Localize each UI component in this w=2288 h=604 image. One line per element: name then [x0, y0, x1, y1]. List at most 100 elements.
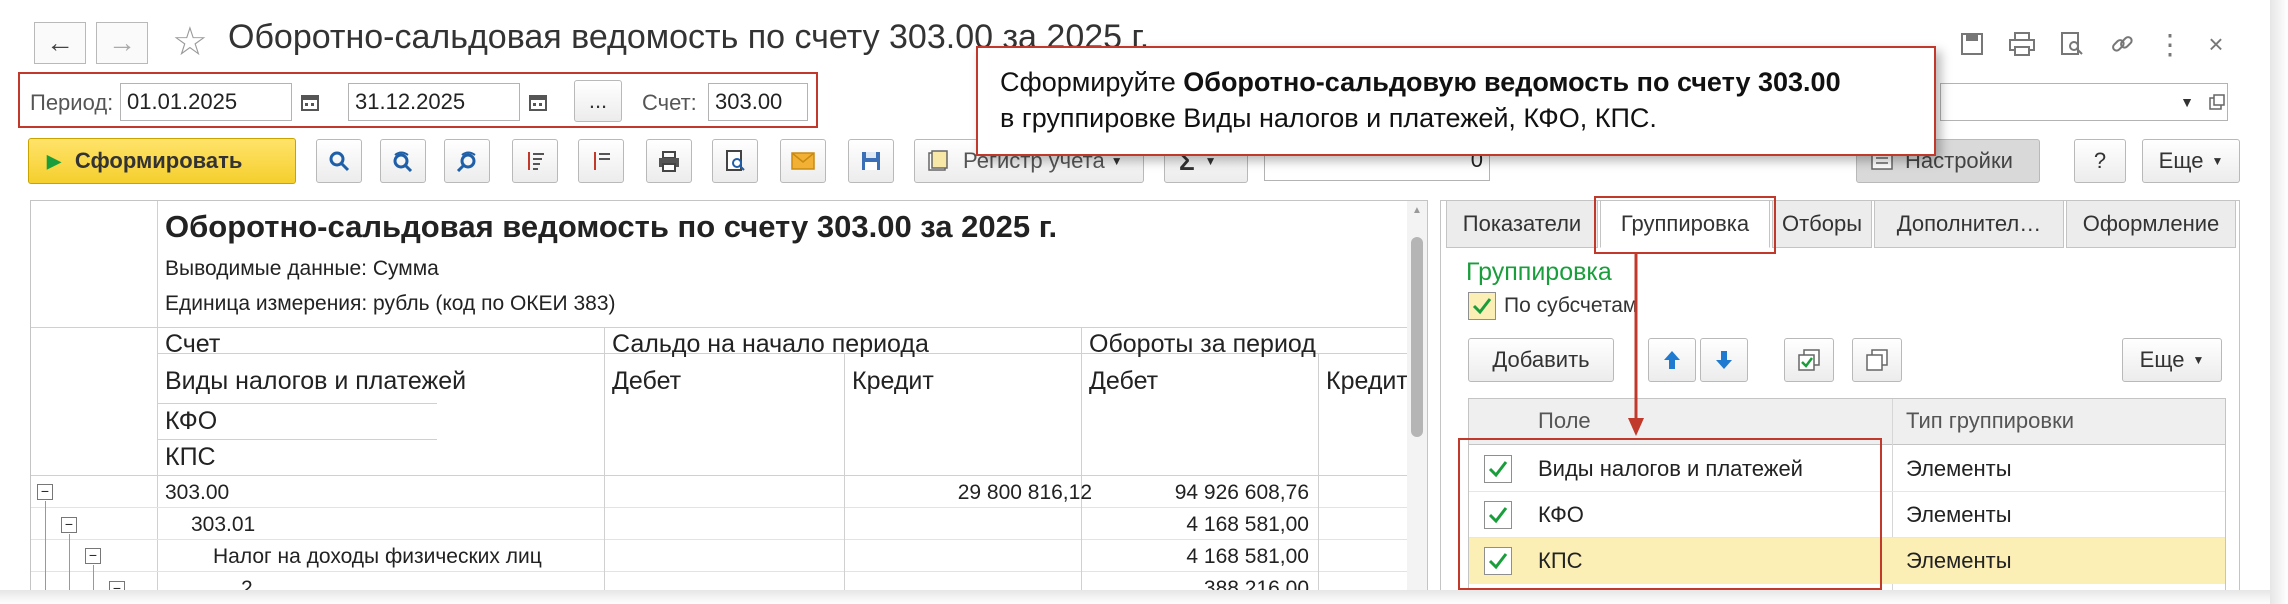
header-kps: КПС	[165, 443, 216, 471]
row-turnover-debit: 4 168 581,00	[1186, 513, 1309, 536]
search-prev-button[interactable]	[444, 139, 490, 183]
chevron-down-icon[interactable]: ▼	[2174, 84, 2200, 120]
report-window: ← → ☆ Оборотно-сальдовая ведомость по сч…	[0, 0, 2288, 604]
print-icon[interactable]	[2002, 24, 2042, 64]
collapse-icon[interactable]: −	[37, 484, 53, 500]
save-button[interactable]	[848, 139, 894, 183]
arrow-left-icon: ←	[46, 27, 74, 58]
scroll-up-icon[interactable]: ▲	[1411, 205, 1423, 219]
row-opening-credit: 29 800 816,12	[957, 481, 1092, 504]
row-account-name: 303.00	[165, 481, 230, 504]
search-icon	[329, 151, 350, 172]
pointer-arrow	[1628, 252, 1644, 436]
back-button[interactable]: ←	[34, 22, 86, 64]
window-shadow	[2270, 0, 2288, 604]
check-all-button[interactable]	[1784, 338, 1834, 382]
preview-icon[interactable]	[2052, 24, 2092, 64]
close-icon[interactable]: ×	[2196, 24, 2236, 64]
grid-line	[604, 327, 605, 603]
link-icon[interactable]	[2102, 24, 2142, 64]
report-title: Оборотно-сальдовая ведомость по счету 30…	[165, 209, 1058, 244]
row-turnover-debit: 4 168 581,00	[1186, 545, 1309, 568]
search-prev-icon	[456, 151, 476, 172]
header-debit: Дебет	[612, 367, 682, 395]
panel-more-button[interactable]: Еще ▼	[2122, 338, 2222, 382]
tab-filters[interactable]: Отборы	[1772, 200, 1872, 248]
save-icon[interactable]	[1952, 24, 1992, 64]
grid-line	[1318, 353, 1319, 603]
preview-button[interactable]	[712, 139, 758, 183]
tab-additional[interactable]: Дополнител…	[1874, 200, 2064, 248]
search-next-button[interactable]	[380, 139, 426, 183]
checkmark-icon	[1472, 298, 1492, 315]
chevron-down-icon: ▼	[1110, 154, 1123, 168]
chevron-down-icon: ▼	[2211, 154, 2224, 168]
search-next-icon	[393, 151, 413, 172]
grid-highlight-frame	[1458, 438, 1882, 590]
collapse-icon[interactable]: −	[85, 548, 101, 564]
more-vertical-icon[interactable]: ⋮	[2150, 24, 2190, 64]
indent-icon	[594, 152, 610, 170]
unit-line: Единица измерения: рубль (код по ОКЕИ 38…	[165, 292, 616, 315]
forward-button[interactable]: →	[96, 22, 148, 64]
more-label: Еще	[2158, 148, 2204, 173]
row-turnover-debit: 94 926 608,76	[1174, 481, 1309, 504]
output-data-line: Выводимые данные: Сумма	[165, 257, 439, 280]
uncheck-all-button[interactable]	[1852, 338, 1902, 382]
row-account-name: Налог на доходы физических лиц	[213, 545, 542, 568]
tab-indicators[interactable]: Показатели	[1446, 200, 1598, 248]
arrow-up-icon	[1664, 351, 1680, 369]
header-debit-turnover: Дебет	[1089, 367, 1159, 395]
grid-line	[31, 507, 1427, 508]
move-down-button[interactable]	[1700, 338, 1748, 382]
period-highlight-frame	[18, 72, 818, 128]
collapse-icon[interactable]: −	[61, 517, 77, 533]
indent-button[interactable]	[578, 139, 624, 183]
open-icon[interactable]	[2202, 84, 2232, 120]
chevron-down-icon: ▼	[1204, 154, 1217, 168]
header-opening-balance: Сальдо на начало периода	[612, 330, 929, 358]
more-button[interactable]: Еще ▼	[2142, 139, 2240, 183]
grid-line	[157, 403, 437, 404]
tab-highlight-frame	[1594, 196, 1776, 254]
grouping-type: Элементы	[1906, 548, 2012, 573]
col-type-header: Тип группировки	[1906, 408, 2074, 433]
window-shadow	[0, 590, 2288, 604]
register-icon	[928, 150, 948, 171]
instruction-prefix: Сформируйте	[1000, 67, 1184, 97]
instruction-line-1: Сформируйте Оборотно-сальдовую ведомость…	[1000, 64, 1912, 100]
grouping-type: Элементы	[1906, 456, 2012, 481]
by-subaccounts-label: По субсчетам	[1504, 294, 1638, 317]
chevron-down-icon: ▼	[2192, 353, 2205, 367]
arrow-right-icon: →	[108, 27, 136, 58]
grid-line	[157, 439, 437, 440]
print-icon	[659, 151, 679, 172]
header-kfo: КФО	[165, 407, 218, 435]
header-account: Счет	[165, 330, 221, 358]
report-spreadsheet[interactable]: Оборотно-сальдовая ведомость по счету 30…	[30, 200, 1428, 604]
move-up-button[interactable]	[1648, 338, 1696, 382]
mail-icon	[791, 152, 815, 170]
generate-label: Сформировать	[74, 148, 243, 173]
search-button[interactable]	[316, 139, 362, 183]
row-account-name: 303.01	[191, 513, 256, 536]
header-tax-types: Виды налогов и платежей	[165, 367, 467, 395]
add-button[interactable]: Добавить	[1468, 338, 1614, 382]
scrollbar-thumb[interactable]	[1411, 237, 1423, 437]
email-button[interactable]	[780, 139, 826, 183]
sort-icon	[528, 152, 544, 170]
grid-line	[1081, 327, 1082, 603]
help-button[interactable]: ?	[2074, 139, 2126, 183]
grid-line	[31, 539, 1427, 540]
generate-button[interactable]: ▶ Сформировать	[28, 138, 296, 184]
by-subaccounts-checkbox[interactable]	[1468, 292, 1496, 320]
tab-appearance[interactable]: Оформление	[2066, 200, 2236, 248]
grouping-type: Элементы	[1906, 502, 2012, 527]
instruction-line-2: в группировке Виды налогов и платежей, К…	[1000, 103, 1657, 133]
print-button[interactable]	[646, 139, 692, 183]
sort-button[interactable]	[512, 139, 558, 183]
grid-line	[844, 353, 845, 603]
header-credit: Кредит	[852, 367, 934, 395]
favorite-star-icon[interactable]: ☆	[172, 20, 208, 64]
save-icon	[862, 152, 880, 170]
